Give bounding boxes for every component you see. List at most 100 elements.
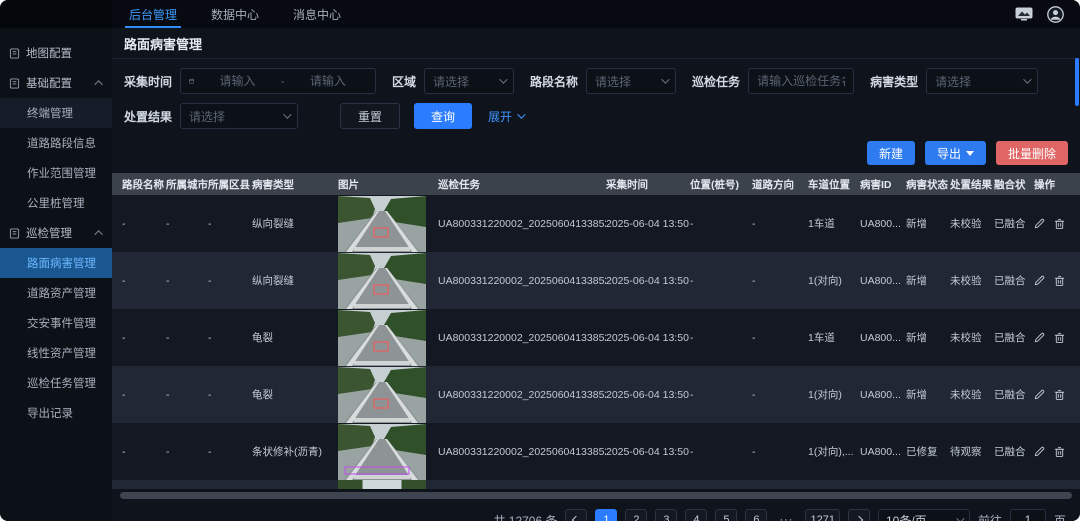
- delete-icon[interactable]: [1054, 332, 1065, 344]
- column-header: 处置结果: [950, 177, 994, 192]
- filter-disease-type: 病害类型 请选择: [870, 68, 1038, 94]
- region-select[interactable]: 请选择: [424, 68, 514, 94]
- sidebar-item[interactable]: 道路资产管理: [0, 278, 112, 308]
- page-number-button[interactable]: 1: [595, 509, 617, 521]
- column-header: 道路方向: [752, 177, 808, 192]
- cell-status: 新增: [906, 273, 950, 288]
- vertical-scrollbar-thumb[interactable]: [1075, 58, 1079, 106]
- sidebar-item-label: 导出记录: [27, 405, 73, 421]
- cell-fusion: 已融合: [994, 387, 1034, 402]
- cell-road-name: -: [122, 275, 166, 287]
- page-list: 123456 ··· 1271: [595, 509, 839, 521]
- road-photo-thumbnail[interactable]: [338, 253, 426, 309]
- sidebar-item[interactable]: 路面病害管理: [0, 248, 112, 278]
- cell-status: 新增: [906, 216, 950, 231]
- road-photo-thumbnail[interactable]: [338, 367, 426, 423]
- column-header: 融合状: [994, 177, 1034, 192]
- edit-icon[interactable]: [1034, 332, 1045, 343]
- next-page-button[interactable]: [848, 509, 870, 521]
- road-photo-thumbnail[interactable]: [338, 424, 426, 480]
- page-number-button[interactable]: 3: [655, 509, 677, 521]
- sidebar-item[interactable]: 道路路段信息: [0, 128, 112, 158]
- end-date-input[interactable]: [289, 74, 367, 88]
- disease-type-label: 病害类型: [870, 73, 918, 90]
- page-number-button[interactable]: 5: [715, 509, 737, 521]
- table-row[interactable]: - - - 条状修补(沥青) UA800331220002_2025060413…: [112, 423, 1080, 480]
- sidebar-item[interactable]: 交安事件管理: [0, 308, 112, 338]
- road-photo-thumbnail[interactable]: [338, 196, 426, 252]
- tab-data-center[interactable]: 数据中心: [194, 0, 276, 28]
- expand-link[interactable]: 展开: [488, 108, 523, 125]
- cell-county: -: [208, 332, 252, 344]
- task-label: 巡检任务: [692, 73, 740, 90]
- goto-page-input[interactable]: [1015, 513, 1041, 521]
- disease-type-select[interactable]: 请选择: [926, 68, 1038, 94]
- page-number-button[interactable]: 2: [625, 509, 647, 521]
- edit-icon[interactable]: [1034, 389, 1045, 400]
- disease-type-select-value: 请选择: [935, 73, 1019, 90]
- table-row[interactable]: - - - 纵向裂缝 UA800331220002_20250604133852…: [112, 252, 1080, 309]
- sidebar-item[interactable]: 作业范围管理: [0, 158, 112, 188]
- task-input[interactable]: [757, 74, 845, 88]
- delete-icon[interactable]: [1054, 275, 1065, 287]
- tab-message-center[interactable]: 消息中心: [276, 0, 358, 28]
- sidebar-item[interactable]: 终端管理: [0, 98, 112, 128]
- sidebar-item[interactable]: 巡检管理: [0, 218, 112, 248]
- tab-backend-management[interactable]: 后台管理: [112, 0, 194, 28]
- page-number-button[interactable]: 4: [685, 509, 707, 521]
- goto-label: 前往: [978, 512, 1002, 521]
- menu-doc-icon: [9, 78, 20, 89]
- task-input-box[interactable]: [748, 68, 854, 94]
- cell-disease-id: UA800...: [860, 332, 906, 344]
- table-row[interactable]: - - - 龟裂 UA800331220002_2025060413385205…: [112, 309, 1080, 366]
- app-window: 后台管理 数据中心 消息中心: [0, 0, 1080, 521]
- delete-icon[interactable]: [1054, 218, 1065, 230]
- cell-lane: 1(对向): [808, 273, 860, 288]
- page-number-button[interactable]: ···: [775, 509, 797, 521]
- road-photo-thumbnail[interactable]: [338, 310, 426, 366]
- cell-task: UA800331220002_20250604133852059: [438, 218, 606, 230]
- reset-button[interactable]: 重置: [340, 103, 400, 129]
- page-number-button[interactable]: 6: [745, 509, 767, 521]
- sidebar-item[interactable]: 线性资产管理: [0, 338, 112, 368]
- search-button[interactable]: 查询: [414, 103, 472, 129]
- batch-delete-button[interactable]: 批量删除: [996, 141, 1068, 165]
- page-number-button[interactable]: 1271: [805, 509, 839, 521]
- filter-result: 处置结果 请选择: [124, 103, 298, 129]
- cell-collect-time: 2025-06-04 13:50: [606, 389, 690, 401]
- sidebar-item[interactable]: 公里桩管理: [0, 188, 112, 218]
- screen-monitor-icon[interactable]: [1015, 7, 1033, 21]
- result-select[interactable]: 请选择: [180, 103, 298, 129]
- user-avatar-icon[interactable]: [1047, 6, 1064, 23]
- export-button[interactable]: 导出: [925, 141, 986, 165]
- chevron-left-icon: [572, 516, 580, 521]
- create-button[interactable]: 新建: [867, 141, 915, 165]
- date-range-input[interactable]: -: [180, 68, 376, 94]
- sidebar-item-label: 地图配置: [26, 45, 72, 61]
- cell-city: -: [166, 446, 208, 458]
- column-header: 所属区县: [208, 177, 252, 192]
- cell-disease-type: 龟裂: [252, 330, 338, 345]
- sidebar-item-label: 道路路段信息: [27, 135, 96, 151]
- road-name-select[interactable]: 请选择: [586, 68, 676, 94]
- cell-operations: [1034, 332, 1074, 344]
- prev-page-button[interactable]: [565, 509, 587, 521]
- cell-lane: 1(对向),...: [808, 444, 860, 459]
- sidebar-item[interactable]: 导出记录: [0, 398, 112, 428]
- sidebar-item[interactable]: 基础配置: [0, 68, 112, 98]
- table-row[interactable]: - - - 龟裂 UA800331220002_2025060413385205…: [112, 366, 1080, 423]
- sidebar-item[interactable]: 地图配置: [0, 38, 112, 68]
- table-row[interactable]: - - - 纵向裂缝 UA800331220002_20250604133852…: [112, 195, 1080, 252]
- cell-stake: -: [690, 332, 752, 344]
- delete-icon[interactable]: [1054, 446, 1065, 458]
- chevron-down-icon: [499, 75, 507, 83]
- page-size-select[interactable]: 10条/页: [878, 509, 970, 521]
- edit-icon[interactable]: [1034, 446, 1045, 457]
- start-date-input[interactable]: [198, 74, 276, 88]
- delete-icon[interactable]: [1054, 389, 1065, 401]
- horizontal-scrollbar[interactable]: [120, 492, 1072, 499]
- edit-icon[interactable]: [1034, 218, 1045, 229]
- sidebar-item[interactable]: 巡检任务管理: [0, 368, 112, 398]
- edit-icon[interactable]: [1034, 275, 1045, 286]
- topbar: 后台管理 数据中心 消息中心: [0, 0, 1080, 28]
